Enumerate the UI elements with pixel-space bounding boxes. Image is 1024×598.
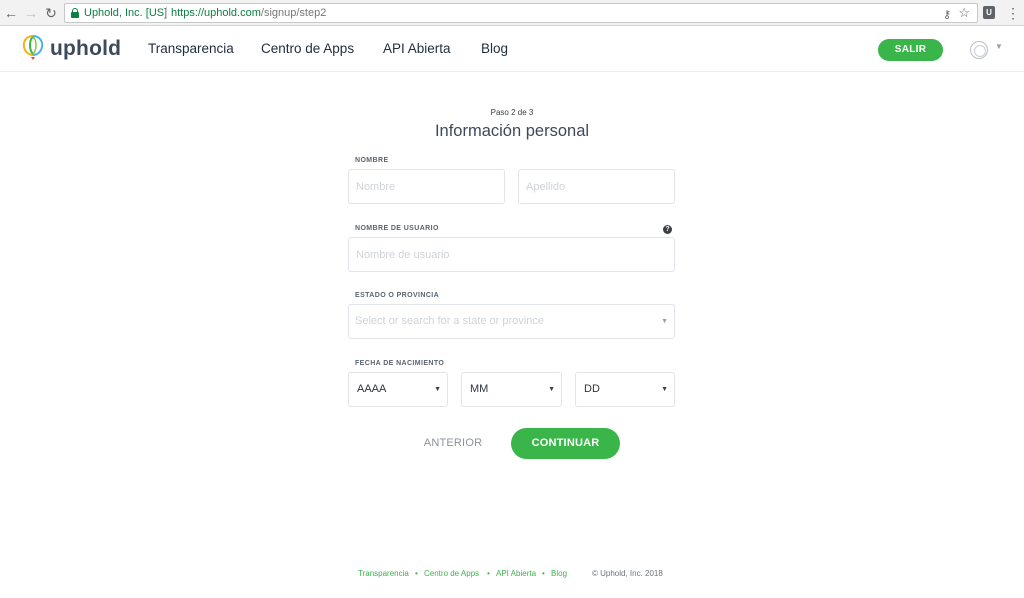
month-select[interactable]: MM ▼ [461,372,562,407]
logo-text: uphold [50,37,122,60]
day-value: DD [584,383,600,395]
key-icon[interactable]: ⚷ [943,6,951,24]
exit-button[interactable]: SALIR [878,39,943,61]
footer-separator: • [542,569,545,578]
continue-button[interactable]: CONTINUAR [511,428,620,459]
help-icon[interactable]: ? [663,225,672,234]
back-icon[interactable]: ← [2,4,20,22]
month-value: MM [470,383,489,395]
state-select[interactable]: Select or search for a state or province… [348,304,675,339]
step-indicator: Paso 2 de 3 [490,108,534,117]
year-select[interactable]: AAAA ▼ [348,372,448,407]
birthdate-label: FECHA DE NACIMIENTO [355,360,445,367]
lock-icon [71,8,79,18]
page-title: Información personal [434,122,590,140]
nav-blog[interactable]: Blog [481,41,508,56]
url-divider [166,7,167,19]
username-label: NOMBRE DE USUARIO [355,225,439,232]
uphold-logo-icon [22,35,44,60]
footer-link-blog[interactable]: Blog [551,569,567,578]
chevron-down-icon: ▼ [661,318,668,325]
chevron-down-icon: ▼ [661,386,668,393]
first-name-input[interactable] [348,169,505,204]
chevron-down-icon: ▼ [434,386,441,393]
site-identity[interactable]: Uphold, Inc. [US] [84,4,167,22]
address-bar[interactable]: Uphold, Inc. [US] https://uphold.com/sig… [64,3,978,23]
star-icon[interactable]: ☆ [958,4,970,22]
nav-transparencia[interactable]: Transparencia [148,41,234,56]
url-text[interactable]: https://uphold.com/signup/step2 [171,4,326,22]
chevron-down-icon[interactable]: ▼ [995,42,1003,51]
back-button[interactable]: ANTERIOR [413,428,493,458]
nav-centro-de-apps[interactable]: Centro de Apps [261,41,354,56]
footer-separator: • [415,569,418,578]
nav-api-abierta[interactable]: API Abierta [383,41,451,56]
username-input[interactable] [348,237,675,272]
globe-icon[interactable] [970,41,988,59]
name-label: NOMBRE [355,157,389,164]
copyright: © Uphold, Inc. 2018 [592,569,663,578]
day-select[interactable]: DD ▼ [575,372,675,407]
extension-icon[interactable]: U [983,6,995,19]
footer: Transparencia • Centro de Apps • API Abi… [0,569,1024,581]
reload-icon[interactable]: ↻ [42,4,60,22]
state-label: ESTADO O PROVINCIA [355,292,440,299]
year-value: AAAA [357,383,387,395]
last-name-input[interactable] [518,169,675,204]
chevron-down-icon: ▼ [548,386,555,393]
footer-link-transparencia[interactable]: Transparencia [358,569,409,578]
footer-link-api-abierta[interactable]: API Abierta [496,569,536,578]
site-header: uphold Transparencia Centro de Apps API … [0,26,1024,72]
menu-icon[interactable]: ⋮ [1006,4,1020,22]
footer-link-centro-de-apps[interactable]: Centro de Apps [424,569,479,578]
footer-separator: • [487,569,490,578]
state-placeholder: Select or search for a state or province [355,315,544,327]
browser-toolbar: ← → ↻ Uphold, Inc. [US] https://uphold.c… [0,0,1024,26]
forward-icon[interactable]: → [22,4,40,22]
